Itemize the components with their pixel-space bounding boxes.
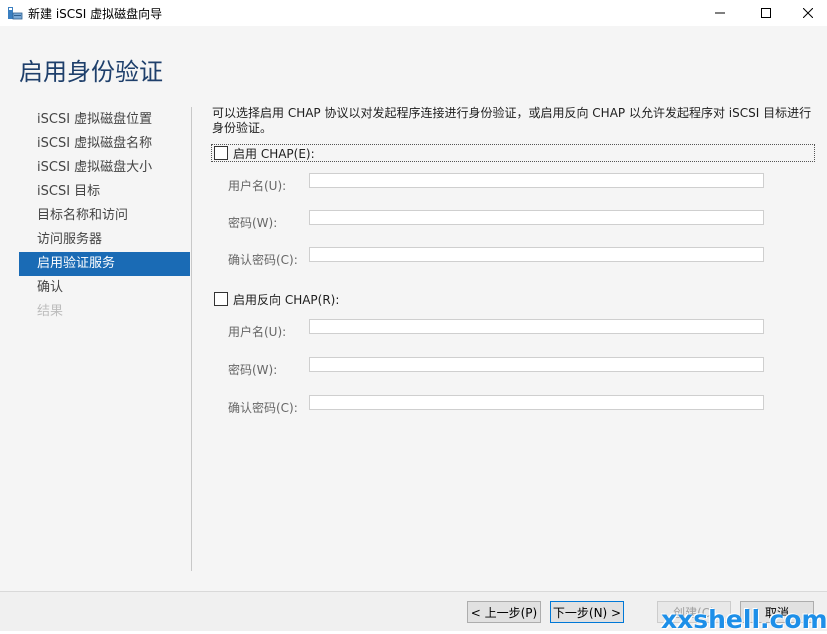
chap-username-input[interactable]	[309, 173, 764, 188]
reverse-chap-username-label: 用户名(U):	[228, 325, 287, 339]
enable-reverse-chap-label: 启用反向 CHAP(R):	[233, 292, 340, 307]
chap-confirm-password-label: 确认密码(C):	[228, 253, 298, 267]
previous-button[interactable]: < 上一步(P)	[467, 601, 541, 623]
title-bar: 新建 iSCSI 虚拟磁盘向导	[0, 0, 827, 26]
maximize-button[interactable]	[743, 0, 789, 26]
window-title: 新建 iSCSI 虚拟磁盘向导	[28, 7, 163, 21]
page-title: 启用身份验证	[19, 58, 163, 86]
next-button[interactable]: 下一步(N) >	[550, 601, 624, 623]
chap-username-label: 用户名(U):	[228, 179, 287, 193]
nav-divider	[191, 107, 192, 571]
nav-item-disk-name[interactable]: iSCSI 虚拟磁盘名称	[19, 132, 190, 156]
maximize-icon	[761, 8, 771, 18]
close-icon	[803, 8, 813, 18]
enable-chap-checkbox-row[interactable]: 启用 CHAP(E):	[211, 144, 815, 162]
reverse-chap-password-input[interactable]	[309, 357, 764, 372]
enable-chap-checkbox[interactable]	[214, 146, 228, 160]
reverse-chap-confirm-password-input[interactable]	[309, 395, 764, 410]
nav-item-iscsi-target[interactable]: iSCSI 目标	[19, 180, 190, 204]
reverse-chap-confirm-password-label: 确认密码(C):	[228, 401, 298, 415]
nav-item-confirm[interactable]: 确认	[19, 276, 190, 300]
nav-item-results: 结果	[37, 304, 64, 319]
watermark: xxshell.com	[661, 605, 827, 634]
chap-password-label: 密码(W):	[228, 216, 278, 230]
minimize-button[interactable]	[697, 0, 743, 26]
nav-item-target-name[interactable]: 目标名称和访问	[19, 204, 190, 228]
chap-confirm-password-input[interactable]	[309, 247, 764, 262]
nav-item-access-servers[interactable]: 访问服务器	[19, 228, 190, 252]
nav-item-disk-size[interactable]: iSCSI 虚拟磁盘大小	[19, 156, 190, 180]
close-button[interactable]	[789, 0, 827, 26]
reverse-chap-password-label: 密码(W):	[228, 363, 278, 377]
description-text: 可以选择启用 CHAP 协议以对发起程序连接进行身份验证，或启用反向 CHAP …	[212, 106, 812, 135]
nav-item-disk-location[interactable]: iSCSI 虚拟磁盘位置	[19, 108, 190, 132]
wizard-disk-icon	[7, 5, 23, 21]
minimize-icon	[715, 8, 725, 18]
chap-password-input[interactable]	[309, 210, 764, 225]
reverse-chap-username-input[interactable]	[309, 319, 764, 334]
nav-item-enable-auth[interactable]: 启用验证服务	[19, 252, 190, 276]
enable-reverse-chap-checkbox-row[interactable]: 启用反向 CHAP(R):	[212, 291, 339, 307]
enable-chap-label: 启用 CHAP(E):	[233, 146, 315, 161]
enable-reverse-chap-checkbox[interactable]	[214, 292, 228, 306]
